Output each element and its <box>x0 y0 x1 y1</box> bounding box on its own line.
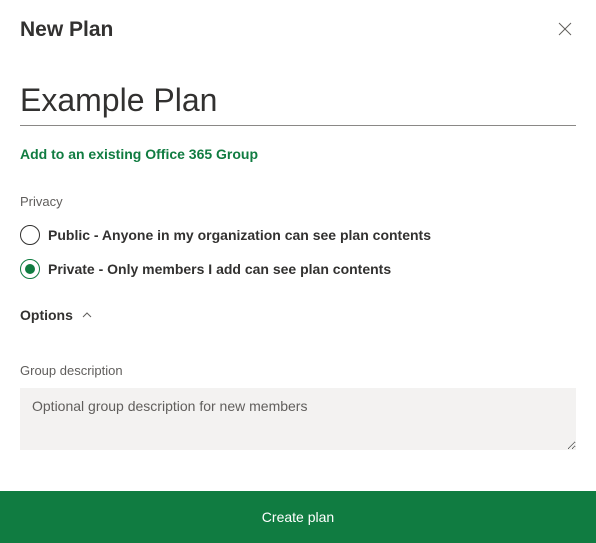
privacy-private-label: Private - Only members I add can see pla… <box>48 261 391 277</box>
privacy-section: Privacy Public - Anyone in my organizati… <box>20 194 576 279</box>
chevron-up-icon <box>81 309 93 321</box>
privacy-radio-group: Public - Anyone in my organization can s… <box>20 225 576 279</box>
privacy-public-option[interactable]: Public - Anyone in my organization can s… <box>20 225 576 245</box>
new-plan-dialog: New Plan Add to an existing Office 365 G… <box>0 0 596 543</box>
dialog-content: Add to an existing Office 365 Group Priv… <box>0 44 596 455</box>
options-toggle[interactable]: Options <box>20 307 93 323</box>
radio-icon-selected <box>20 259 40 279</box>
group-description-section: Group description <box>20 363 576 455</box>
close-icon <box>558 22 572 36</box>
privacy-private-option[interactable]: Private - Only members I add can see pla… <box>20 259 576 279</box>
privacy-label: Privacy <box>20 194 576 209</box>
privacy-public-label: Public - Anyone in my organization can s… <box>48 227 431 243</box>
close-button[interactable] <box>554 18 576 44</box>
dialog-header: New Plan <box>0 0 596 44</box>
options-toggle-label: Options <box>20 307 73 323</box>
dialog-footer: Create plan <box>0 491 596 543</box>
dialog-title: New Plan <box>20 18 113 42</box>
create-plan-button[interactable]: Create plan <box>0 491 596 543</box>
plan-name-input[interactable] <box>20 82 576 126</box>
radio-inner-dot <box>25 264 35 274</box>
group-description-textarea[interactable] <box>20 388 576 450</box>
add-existing-group-link[interactable]: Add to an existing Office 365 Group <box>20 146 258 162</box>
group-description-label: Group description <box>20 363 576 378</box>
radio-icon <box>20 225 40 245</box>
